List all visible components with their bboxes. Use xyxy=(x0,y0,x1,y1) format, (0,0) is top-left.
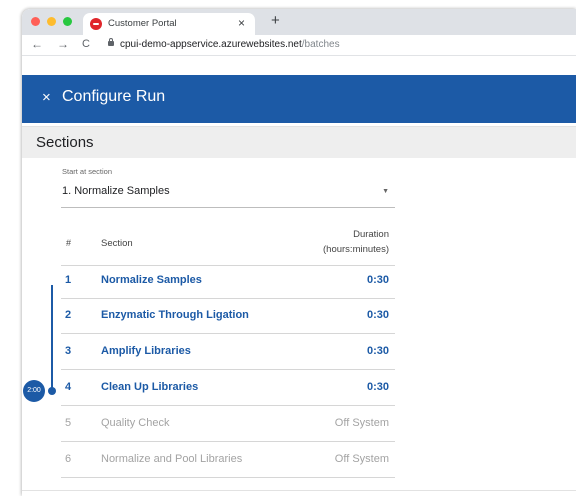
table-row[interactable]: 4 Clean Up Libraries 0:30 xyxy=(61,372,395,406)
caret-down-icon: ▼ xyxy=(382,188,389,195)
url-host: cpui-demo-appservice.azurewebsites.net xyxy=(120,39,302,50)
maximize-window-button[interactable] xyxy=(63,17,72,26)
new-tab-button[interactable]: + xyxy=(271,12,280,29)
row-number: 5 xyxy=(65,417,72,429)
row-number: 6 xyxy=(65,453,72,465)
table-row: 6 Normalize and Pool Libraries Off Syste… xyxy=(61,444,395,478)
tab-strip: Customer Portal × + xyxy=(22,9,576,36)
duration-header-line2: (hours:minutes) xyxy=(323,244,389,255)
tab-close-icon[interactable]: × xyxy=(238,16,245,30)
start-section-select[interactable]: 1. Normalize Samples ▼ xyxy=(61,180,395,208)
start-section-value: 1. Normalize Samples xyxy=(62,185,170,197)
run-timeline-end-handle[interactable] xyxy=(48,387,56,395)
duration-header-line1: Duration xyxy=(353,229,389,240)
tab-title: Customer Portal xyxy=(108,18,177,29)
url-field[interactable]: cpui-demo-appservice.azurewebsites.net/b… xyxy=(120,39,340,50)
row-duration: Off System xyxy=(334,453,389,465)
url-path: /batches xyxy=(301,39,340,50)
favicon-icon xyxy=(90,18,102,30)
lock-icon[interactable] xyxy=(108,38,114,46)
close-window-button[interactable] xyxy=(31,17,40,26)
address-toolbar: ← → C cpui-demo-appservice.azurewebsites… xyxy=(22,35,576,56)
app-header: × Configure Run xyxy=(22,75,576,123)
column-header-duration: Duration (hours:minutes) xyxy=(323,227,389,257)
minimize-window-button[interactable] xyxy=(47,17,56,26)
table-row[interactable]: 2 Enzymatic Through Ligation 0:30 xyxy=(61,300,395,334)
table-row[interactable]: 3 Amplify Libraries 0:30 xyxy=(61,336,395,370)
sections-header: Sections xyxy=(22,126,576,160)
run-duration-badge: 2:00 xyxy=(23,380,45,402)
row-duration: 0:30 xyxy=(366,345,389,357)
row-duration: 0:30 xyxy=(366,309,389,321)
close-icon[interactable]: × xyxy=(42,89,51,106)
row-number: 2 xyxy=(65,309,72,321)
page-title: Configure Run xyxy=(62,88,166,105)
table-row[interactable]: 1 Normalize Samples 0:30 xyxy=(61,265,395,299)
table-header: # Section Duration (hours:minutes) xyxy=(61,225,395,266)
table-row: 5 Quality Check Off System xyxy=(61,408,395,442)
row-section-link[interactable]: Enzymatic Through Ligation xyxy=(101,309,249,321)
row-section-link[interactable]: Amplify Libraries xyxy=(101,345,191,357)
back-icon[interactable]: ← xyxy=(31,37,43,51)
reload-icon[interactable]: C xyxy=(82,38,90,50)
row-section-link[interactable]: Clean Up Libraries xyxy=(101,381,198,393)
row-duration: 0:30 xyxy=(366,274,389,286)
column-header-number: # xyxy=(66,238,72,248)
browser-tab[interactable]: Customer Portal × xyxy=(83,13,255,36)
row-number: 1 xyxy=(65,274,72,286)
column-header-section: Section xyxy=(101,238,133,249)
sections-title: Sections xyxy=(36,134,94,151)
run-timeline-line xyxy=(51,285,53,391)
row-duration: 0:30 xyxy=(366,381,389,393)
row-section-label: Normalize and Pool Libraries xyxy=(101,453,243,465)
row-section-label: Quality Check xyxy=(101,417,170,429)
divider xyxy=(22,490,576,491)
row-duration: Off System xyxy=(334,417,389,429)
row-number: 3 xyxy=(65,345,72,357)
start-section-label: Start at section xyxy=(62,167,113,176)
forward-icon[interactable]: → xyxy=(57,37,69,51)
row-number: 4 xyxy=(65,381,72,393)
row-section-link[interactable]: Normalize Samples xyxy=(101,274,202,286)
